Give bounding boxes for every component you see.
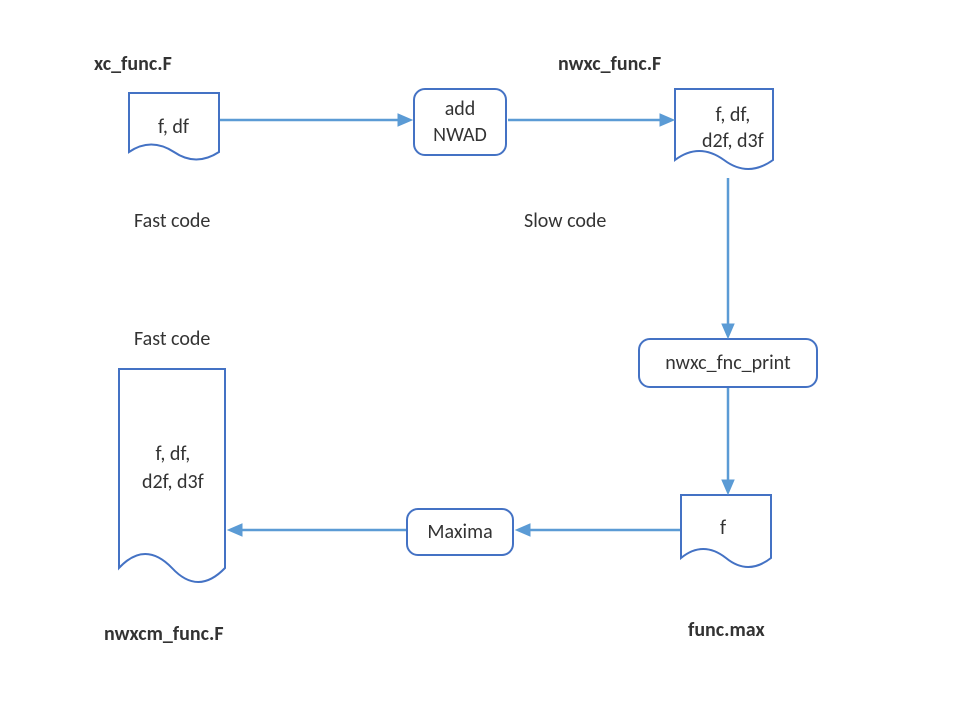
arrow-4 [718, 388, 738, 496]
label-nwxcm-func: nwxcm_func.F [104, 622, 224, 646]
doc2-line2: d2f, d3f [702, 129, 764, 153]
label-nwxc-func: nwxc_func.F [558, 52, 661, 76]
proc-nwxc-fnc-print: nwxc_fnc_print [638, 338, 818, 388]
label-xc-func: xc_func.F [94, 52, 172, 76]
arrow-2 [508, 110, 676, 130]
arrow-5 [514, 520, 682, 540]
doc-nwxc-func-text: f, df, d2f, d3f [702, 102, 764, 154]
doc-func-max-text: f [720, 516, 726, 540]
arrow-3 [718, 178, 738, 340]
doc3-line2: d2f, d3f [142, 470, 204, 494]
doc3-line1: f, df, [156, 442, 191, 466]
proc-maxima: Maxima [406, 508, 514, 556]
doc-nwxcm-func-text: f, df, d2f, d3f [142, 440, 204, 496]
maxima-text: Maxima [427, 519, 492, 545]
proc-add-nwad: add NWAD [413, 88, 507, 156]
label-func-max: func.max [688, 618, 765, 642]
add-nwad-line2: NWAD [433, 123, 487, 147]
add-nwad-line1: add [445, 97, 476, 121]
arrow-1 [220, 110, 415, 130]
arrow-6 [226, 520, 408, 540]
nwxc-fnc-print-text: nwxc_fnc_print [665, 350, 790, 376]
doc2-line1: f, df, [716, 103, 751, 127]
label-slow-code: Slow code [524, 209, 606, 233]
label-fast-code-2: Fast code [134, 327, 210, 351]
label-fast-code-1: Fast code [134, 209, 210, 233]
doc-xc-func-text: f, df [158, 115, 189, 139]
